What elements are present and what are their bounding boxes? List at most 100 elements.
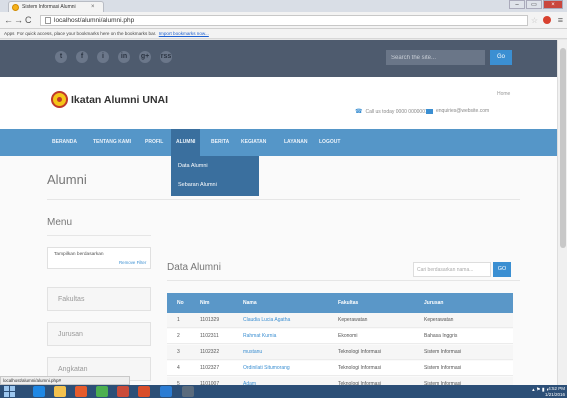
table-row: 5 1101007 Adam Teknologi Informasi Sistem In…	[167, 377, 513, 385]
site-search-button[interactable]: Go	[490, 50, 512, 65]
chrome-icon[interactable]	[96, 386, 108, 397]
table-cell: 2	[177, 333, 180, 339]
mail-icon	[426, 108, 433, 114]
table-cell: Sistem Informasi	[424, 381, 462, 385]
table-cell: 3	[177, 349, 180, 355]
table-cell: 1102311	[200, 333, 219, 339]
extension-icon[interactable]	[543, 16, 551, 24]
table-cell: Keperawatan	[338, 317, 368, 323]
table-cell: 1101007	[200, 381, 220, 385]
apps-link[interactable]: Apps	[4, 31, 14, 36]
browser-menu-icon[interactable]: ≡	[558, 15, 563, 25]
instagram-icon[interactable]: i	[97, 51, 109, 63]
start-button[interactable]	[4, 386, 15, 397]
forward-icon[interactable]: →	[14, 15, 23, 25]
alumni-name-link[interactable]: Rahmat Kurnia	[243, 329, 276, 344]
dropdown-item-sebaran-alumni[interactable]: Sebaran Alumni	[178, 182, 217, 188]
email-text: enquiries@website.com	[436, 108, 490, 114]
phone-text: Call us today 0000 0000001	[365, 108, 428, 115]
nav-item-tentang-kami[interactable]: TENTANG KAMI	[93, 129, 131, 156]
filter-label: Tampilkan berdasarkan	[54, 252, 104, 257]
windows-taskbar: ▴ ⚑ ▮ ◖ 4:52 PM 1/21/2016	[0, 385, 567, 398]
page-scrollbar[interactable]	[557, 40, 567, 385]
filter-box: Tampilkan berdasarkan Remove Filter	[47, 247, 151, 269]
table-row: 3 1102322 mustanu Teknologi Informasi Sistem…	[167, 345, 513, 360]
facet-fakultas[interactable]: Fakultas	[47, 287, 151, 311]
contact-email[interactable]: enquiries@website.com	[426, 108, 489, 114]
page-viewport: tfiin g+ rss Go Ikatan Alumni UNAI Home ☎ …	[0, 40, 557, 385]
google-plus-icon[interactable]: g+	[139, 51, 151, 63]
browser-tab[interactable]: Sistem Informasi Alumni ×	[8, 1, 104, 12]
file-explorer-icon[interactable]	[54, 386, 66, 397]
nav-item-alumni[interactable]: ALUMNI	[171, 129, 201, 156]
linkedin-icon[interactable]: in	[118, 51, 130, 63]
clock-time: 4:52 PM	[548, 386, 565, 391]
ie-icon[interactable]	[33, 386, 45, 397]
back-icon[interactable]: ←	[4, 15, 13, 25]
word-icon[interactable]	[160, 386, 172, 397]
table-cell: 1	[177, 317, 180, 323]
remove-filter-link[interactable]: Remove Filter	[119, 260, 146, 265]
powerpoint-icon[interactable]	[117, 386, 129, 397]
name-search-button[interactable]: GO	[493, 262, 511, 277]
column-header-no[interactable]: No	[177, 293, 184, 313]
app-icon[interactable]	[138, 386, 150, 397]
site-header: Ikatan Alumni UNAI Home ☎ Call us today …	[0, 77, 557, 129]
column-header-nim[interactable]: Nim	[200, 293, 209, 313]
logo-icon[interactable]	[51, 91, 68, 108]
nav-item-kegiatan[interactable]: KEGIATAN	[241, 129, 266, 156]
site-title[interactable]: Ikatan Alumni UNAI	[71, 94, 168, 106]
table-cell: 4	[177, 365, 180, 371]
table-row: 2 1102311 Rahmat Kurnia Ekonomi Bahasa Inggr…	[167, 329, 513, 344]
facet-jurusan[interactable]: Jurusan	[47, 322, 151, 346]
nav-item-profil[interactable]: PROFIL	[145, 129, 163, 156]
page-title: Alumni	[47, 172, 87, 187]
table-cell: Teknologi Informasi	[338, 365, 382, 371]
maximize-button[interactable]: ▭	[526, 0, 542, 9]
close-window-button[interactable]: ×	[543, 0, 563, 9]
nav-item-beranda[interactable]: BERANDA	[52, 129, 77, 156]
dropdown-item-data-alumni[interactable]: Data Alumni	[178, 163, 208, 169]
rss-icon[interactable]: rss	[160, 51, 172, 63]
column-header-nama[interactable]: Nama	[243, 293, 257, 313]
media-icon[interactable]	[75, 386, 87, 397]
url-text: localhost/alumni/alumni.php	[54, 17, 135, 24]
alumni-name-link[interactable]: Claudia Lucia Agatha	[243, 313, 290, 328]
column-header-jurusan[interactable]: Jurusan	[424, 293, 443, 313]
nav-item-berita[interactable]: BERITA	[211, 129, 229, 156]
paint-icon[interactable]	[182, 386, 194, 397]
table-cell: Bahasa Inggris	[424, 333, 458, 339]
facebook-icon[interactable]: f	[76, 51, 88, 63]
nav-item-layanan[interactable]: LAYANAN	[284, 129, 308, 156]
minimize-button[interactable]: –	[509, 0, 525, 9]
sidebar-heading: Menu	[47, 217, 73, 228]
alumni-name-link[interactable]: Ordinilati Situmorang	[243, 361, 290, 376]
alumni-name-link[interactable]: Adam	[243, 377, 256, 385]
table-cell: Sistem Informasi	[424, 349, 462, 355]
twitter-icon[interactable]: t	[55, 51, 67, 63]
contact-phone: ☎ Call us today 0000 0000001	[355, 108, 428, 116]
address-bar[interactable]: localhost/alumni/alumni.php	[40, 15, 528, 26]
tab-close-icon[interactable]: ×	[91, 4, 95, 10]
table-cell: Ekonomi	[338, 333, 358, 339]
table-row: 1 1101329 Claudia Lucia Agatha Keperawatan K…	[167, 313, 513, 328]
main-navigation: BERANDA TENTANG KAMI PROFIL ALUMNI BERITA KEG…	[0, 129, 557, 156]
site-search-input[interactable]	[386, 50, 485, 65]
alumni-dropdown: Data Alumni Sebaran Alumni	[171, 156, 259, 196]
column-header-fakultas[interactable]: Fakultas	[338, 293, 358, 313]
table-cell: Teknologi Informasi	[338, 349, 382, 355]
taskbar-clock: 4:52 PM 1/21/2016	[545, 386, 565, 397]
content-heading: Data Alumni	[167, 262, 221, 273]
reload-icon[interactable]: C	[25, 15, 32, 25]
alumni-name-link[interactable]: mustanu	[243, 345, 262, 360]
scroll-thumb[interactable]	[560, 48, 566, 248]
divider	[47, 235, 151, 236]
page-icon	[45, 17, 51, 24]
bookmark-star-icon[interactable]: ☆	[531, 16, 538, 25]
name-search-input[interactable]	[413, 262, 491, 277]
home-link[interactable]: Home	[497, 91, 510, 97]
import-bookmarks-link[interactable]: Import bookmarks now...	[159, 31, 209, 36]
window-controls: – ▭ ×	[509, 0, 563, 9]
nav-item-logout[interactable]: LOGOUT	[319, 129, 340, 156]
table-cell: 1102327	[200, 365, 220, 371]
